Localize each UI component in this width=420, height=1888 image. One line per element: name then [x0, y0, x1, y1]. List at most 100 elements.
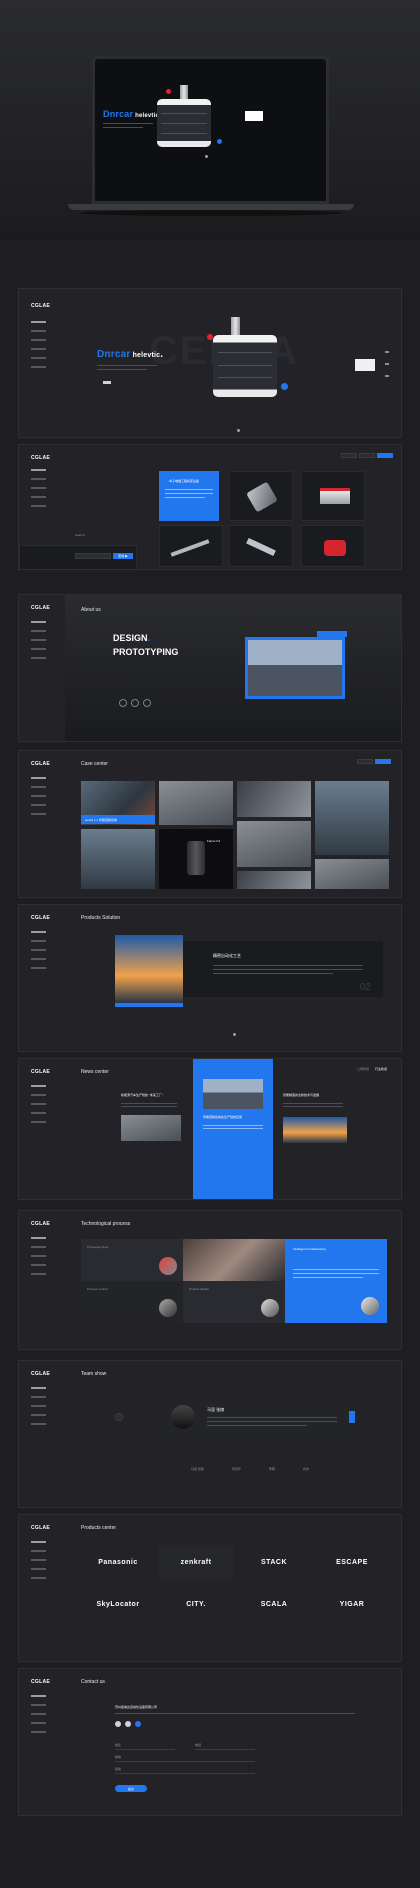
- section-title: About us: [81, 607, 101, 613]
- nav-item[interactable]: [31, 330, 46, 332]
- stat-icon: [119, 699, 127, 707]
- qq-icon[interactable]: [135, 1721, 141, 1727]
- logo[interactable]: CGLAE: [31, 761, 50, 767]
- slide-index[interactable]: [385, 351, 389, 353]
- weibo-icon[interactable]: [125, 1721, 131, 1727]
- address-line: [115, 1713, 355, 1714]
- sidebar-nav: [31, 1387, 46, 1432]
- mockup-products: CGLAE Search 查询 ▶ 中子电磁工程机床设备: [18, 444, 402, 570]
- mockup-tech: CGLAE Technological process Processing f…: [18, 1210, 402, 1350]
- hero-text-line: [103, 127, 143, 128]
- play-button[interactable]: [217, 139, 222, 144]
- filter-button[interactable]: [341, 453, 357, 458]
- partner-logo[interactable]: CITY.: [159, 1587, 233, 1621]
- partner-logo[interactable]: SCALA: [237, 1587, 311, 1621]
- search-label: Search: [75, 533, 85, 537]
- case-caption[interactable]: Hehra 1.1 智能控制系统: [81, 815, 155, 824]
- partner-logo[interactable]: zenkraft: [159, 1545, 233, 1579]
- sidebar-nav: [31, 1695, 46, 1740]
- all-button[interactable]: [375, 759, 391, 764]
- filter-button[interactable]: [359, 453, 375, 458]
- section-title: Team show: [81, 1371, 107, 1377]
- logo[interactable]: CGLAE: [31, 1525, 50, 1531]
- email-field[interactable]: [115, 1761, 255, 1762]
- search-button[interactable]: 查询 ▶: [113, 553, 133, 559]
- featured-product[interactable]: 中子电磁工程机床设备: [159, 471, 219, 521]
- logo[interactable]: CGLAE: [31, 1371, 50, 1377]
- wechat-icon[interactable]: [115, 1721, 121, 1727]
- team-list: 马昆 张旗 宋德华 李明 刘洋: [191, 1467, 309, 1471]
- prev-arrow[interactable]: [115, 1413, 123, 1421]
- news-tab[interactable]: 公司新闻: [357, 1067, 369, 1071]
- product-tile[interactable]: [159, 525, 223, 567]
- page: Dnrcar helevtic. CGLAE CEEDA Dnrcar hele…: [0, 0, 420, 1888]
- team-member[interactable]: 李明: [269, 1467, 275, 1471]
- pagination-dot[interactable]: [205, 155, 208, 158]
- logo[interactable]: CGLAE: [31, 303, 50, 309]
- mockup-news: CGLAE News center 公司新闻 行业新闻 新能源汽车生产线的 “未…: [18, 1058, 402, 1200]
- nav-item[interactable]: [31, 366, 46, 368]
- case-photo[interactable]: [237, 821, 311, 867]
- name-field[interactable]: [115, 1749, 175, 1750]
- news-column[interactable]: 新能源汽车生产线的 “未来工厂”: [121, 1093, 181, 1141]
- logo[interactable]: CGLAE: [31, 1069, 50, 1075]
- process-card[interactable]: Processing flow: [81, 1239, 183, 1281]
- nav-item[interactable]: [31, 348, 46, 350]
- filter-button-active[interactable]: [377, 453, 393, 458]
- case-photo[interactable]: [315, 859, 389, 889]
- nav-item[interactable]: [31, 357, 46, 359]
- product-tile[interactable]: [229, 525, 293, 567]
- logo[interactable]: CGLAE: [31, 455, 50, 461]
- news-column[interactable]: 智能制造的全新技术与发展: [283, 1093, 347, 1143]
- process-callout[interactable]: Intelligent manufacturing: [285, 1239, 387, 1323]
- scroll-dot[interactable]: [237, 429, 240, 432]
- process-card[interactable]: Process control: [81, 1281, 183, 1323]
- product-tile[interactable]: [301, 471, 365, 521]
- device-image: [213, 335, 277, 397]
- case-photo[interactable]: [315, 781, 389, 855]
- process-card[interactable]: Product details: [183, 1281, 285, 1323]
- section-title: Contact us: [81, 1679, 105, 1685]
- card-title: 精密自动化工艺: [213, 953, 241, 958]
- logo[interactable]: CGLAE: [31, 605, 50, 611]
- case-photo-dark[interactable]: Fanuc C4: [159, 829, 233, 889]
- logo[interactable]: CGLAE: [31, 915, 50, 921]
- message-field[interactable]: [115, 1773, 255, 1774]
- next-arrow[interactable]: [349, 1411, 355, 1423]
- news-column-featured[interactable]: 智能控制系统在生产线的应用: [193, 1059, 273, 1199]
- partner-logo[interactable]: Panasonic: [81, 1545, 155, 1579]
- team-member[interactable]: 宋德华: [232, 1467, 241, 1471]
- nav-item[interactable]: [31, 339, 46, 341]
- case-photo[interactable]: [237, 871, 311, 889]
- red-marker: [166, 89, 171, 94]
- phone-field[interactable]: [195, 1749, 255, 1750]
- case-photo[interactable]: [237, 781, 311, 817]
- submit-button[interactable]: 提交: [115, 1785, 147, 1792]
- thumbnail[interactable]: [355, 359, 375, 371]
- thumbnail[interactable]: [245, 111, 263, 121]
- hero-brand: Dnrcar helevtic.: [97, 349, 164, 360]
- partner-logo[interactable]: ESCAPE: [315, 1545, 389, 1579]
- case-photo[interactable]: [81, 829, 155, 889]
- team-member[interactable]: 马昆 张旗: [191, 1467, 204, 1471]
- news-tab-active[interactable]: 行业新闻: [375, 1067, 387, 1071]
- more-button[interactable]: [357, 759, 373, 764]
- logo[interactable]: CGLAE: [31, 1679, 50, 1685]
- case-photo[interactable]: [159, 781, 233, 825]
- slide-index[interactable]: [385, 375, 389, 377]
- product-tile[interactable]: [301, 525, 365, 567]
- stat-icon: [143, 699, 151, 707]
- logo[interactable]: CGLAE: [31, 1221, 50, 1227]
- partner-logo[interactable]: SkyLocator: [81, 1587, 155, 1621]
- scroll-dot[interactable]: [233, 1033, 236, 1036]
- nav-item[interactable]: [31, 321, 46, 323]
- product-tile[interactable]: [229, 471, 293, 521]
- partner-logo[interactable]: STACK: [237, 1545, 311, 1579]
- slide-index[interactable]: [385, 363, 389, 365]
- search-input[interactable]: [75, 553, 111, 559]
- partner-logo[interactable]: YIGAR: [315, 1587, 389, 1621]
- play-button[interactable]: [281, 383, 288, 390]
- mockup-cases: CGLAE Case center Hehra 1.1 智能控制系统 Fanuc…: [18, 750, 402, 898]
- team-member[interactable]: 刘洋: [303, 1467, 309, 1471]
- more-link[interactable]: [103, 381, 111, 384]
